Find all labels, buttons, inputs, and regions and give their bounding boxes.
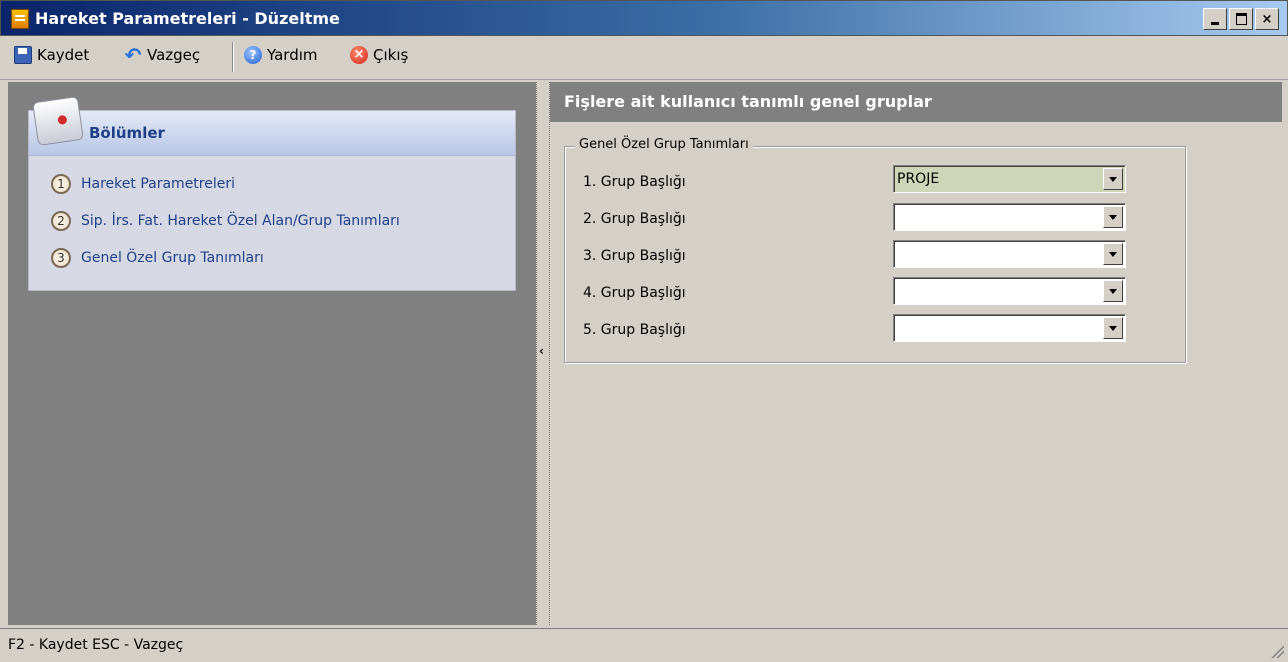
collapse-left-icon[interactable]: ‹ (539, 344, 544, 358)
group-title-label-4: 4. Grup Başlığı (583, 285, 686, 301)
sections-title: Bölümler (89, 124, 165, 142)
number-1-icon: 1 (51, 174, 71, 194)
sections-panel: Bölümler 1 Hareket Parametreleri 2 Sip. … (28, 96, 516, 291)
panel-header: Fişlere ait kullanıcı tanımlı genel grup… (550, 82, 1282, 122)
close-button[interactable]: × (1255, 8, 1279, 30)
select-value: PROJE (897, 171, 940, 187)
sections-pane: Bölümler 1 Hareket Parametreleri 2 Sip. … (8, 82, 536, 625)
help-button[interactable]: ? Yardım (244, 46, 318, 64)
section-item-ozel-alan-grup[interactable]: 2 Sip. İrs. Fat. Hareket Özel Alan/Grup … (51, 211, 400, 231)
toolbar-separator (232, 42, 234, 72)
pane-splitter[interactable]: ‹ (536, 82, 550, 625)
section-item-hareket-parametreleri[interactable]: 1 Hareket Parametreleri (51, 174, 235, 194)
section-item-label: Hareket Parametreleri (81, 176, 236, 192)
save-icon (14, 46, 32, 64)
maximize-icon (1235, 13, 1247, 25)
chevron-down-icon[interactable] (1103, 168, 1123, 190)
group-title-select-1[interactable]: PROJE (893, 165, 1126, 193)
minimize-icon (1211, 21, 1219, 25)
save-button[interactable]: Kaydet (14, 46, 89, 64)
number-3-icon: 3 (51, 248, 71, 268)
app-icon (11, 9, 29, 29)
resize-grip-icon[interactable] (1270, 644, 1284, 658)
group-title-label-3: 3. Grup Başlığı (583, 248, 686, 264)
chevron-down-icon[interactable] (1103, 280, 1123, 302)
group-title-select-5[interactable] (893, 314, 1126, 342)
sections-header: Bölümler (29, 96, 515, 156)
help-label: Yardım (267, 46, 318, 64)
calendar-icon (32, 96, 84, 146)
content-pane: Fişlere ait kullanıcı tanımlı genel grup… (550, 82, 1282, 625)
section-item-genel-ozel-grup[interactable]: 3 Genel Özel Grup Tanımları (51, 248, 264, 268)
window-controls: × (1203, 8, 1279, 30)
group-title-label-2: 2. Grup Başlığı (583, 211, 686, 227)
status-bar: F2 - Kaydet ESC - Vazgeç (0, 628, 1288, 662)
status-text: F2 - Kaydet ESC - Vazgeç (8, 637, 184, 653)
cancel-button[interactable]: ↶ Vazgeç (124, 43, 201, 67)
exit-label: Çıkış (373, 46, 409, 64)
title-bar: Hareket Parametreleri - Düzeltme × (0, 0, 1288, 36)
section-item-label: Genel Özel Grup Tanımları (81, 250, 264, 266)
save-label: Kaydet (37, 46, 90, 64)
group-title-select-2[interactable] (893, 203, 1126, 231)
number-2-icon: 2 (51, 211, 71, 231)
exit-icon: × (350, 46, 368, 64)
group-definitions-box: Genel Özel Grup Tanımları 1. Grup Başlığ… (564, 137, 1186, 363)
window-title: Hareket Parametreleri - Düzeltme (35, 9, 340, 28)
group-title-label-5: 5. Grup Başlığı (583, 322, 686, 338)
section-item-label: Sip. İrs. Fat. Hareket Özel Alan/Grup Ta… (81, 213, 400, 229)
undo-icon: ↶ (124, 43, 142, 67)
minimize-button[interactable] (1203, 8, 1227, 30)
help-icon: ? (244, 46, 262, 64)
cancel-label: Vazgeç (147, 46, 201, 64)
groupbox-title: Genel Özel Grup Tanımları (575, 137, 753, 152)
chevron-down-icon[interactable] (1103, 317, 1123, 339)
maximize-button[interactable] (1229, 8, 1253, 30)
chevron-down-icon[interactable] (1103, 206, 1123, 228)
toolbar: Kaydet ↶ Vazgeç ? Yardım × Çıkış (0, 36, 1288, 80)
group-title-select-4[interactable] (893, 277, 1126, 305)
group-title-label-1: 1. Grup Başlığı (583, 174, 686, 190)
close-icon: × (1261, 11, 1273, 27)
group-title-select-3[interactable] (893, 240, 1126, 268)
chevron-down-icon[interactable] (1103, 243, 1123, 265)
exit-button[interactable]: × Çıkış (350, 46, 408, 64)
